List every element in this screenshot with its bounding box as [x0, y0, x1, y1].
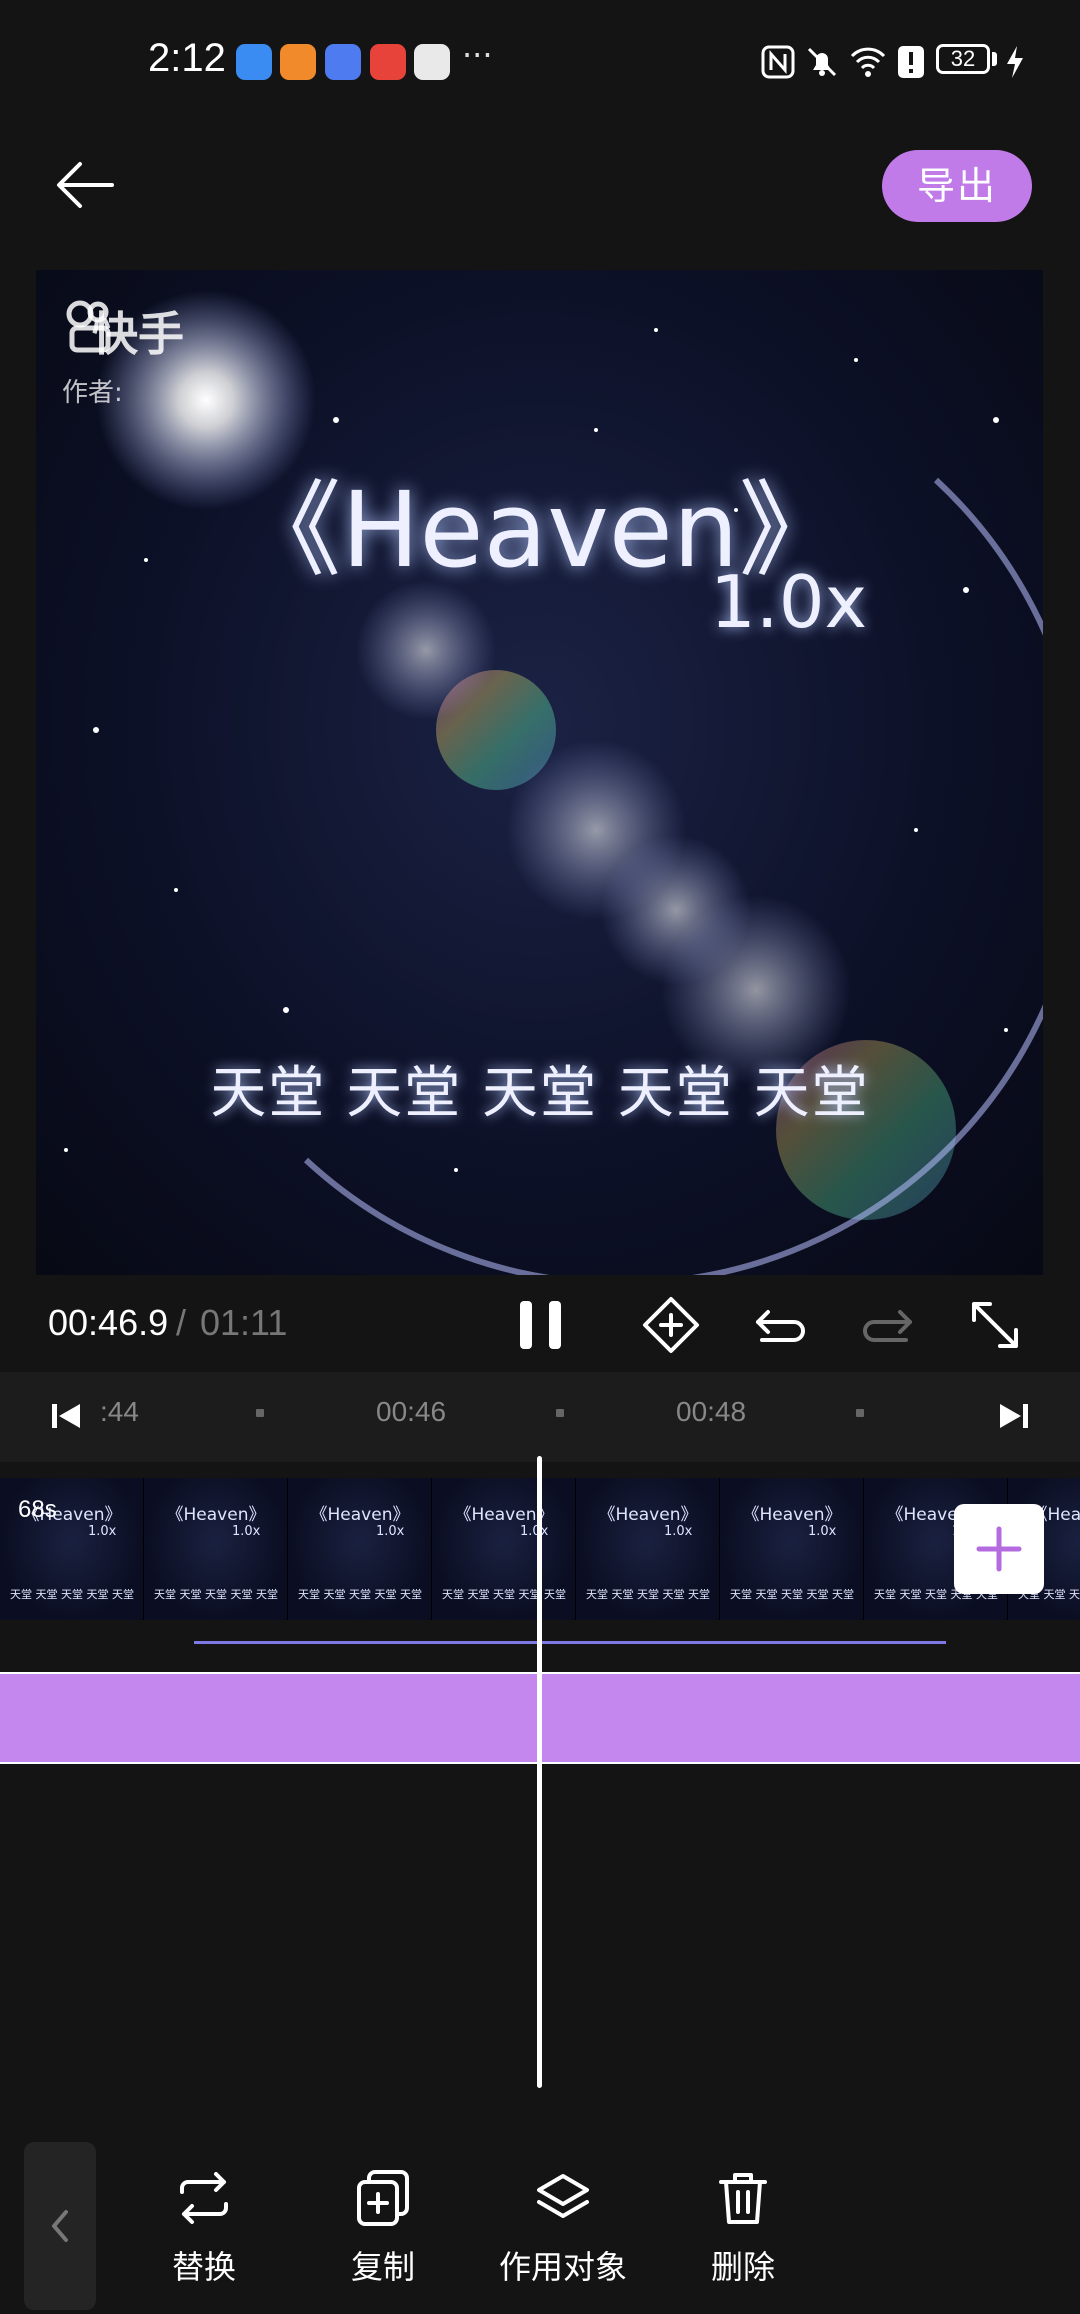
ruler-tick — [556, 1409, 564, 1417]
frame-lyrics: 天堂 天堂 天堂 天堂 天堂 — [730, 1588, 854, 1601]
replace-label: 替换 — [171, 2248, 236, 2286]
frame-title: 《Heaven》 — [454, 1505, 554, 1525]
add-clip-button[interactable] — [954, 1504, 1044, 1594]
frame-title: 《Heaven》 — [310, 1505, 410, 1525]
playhead[interactable] — [537, 1456, 542, 2088]
frame-lyrics: 天堂 天堂 天堂 天堂 天堂 — [154, 1588, 278, 1601]
clip-frame: 《Heaven》1.0x 天堂 天堂 天堂 天堂 天堂 — [144, 1478, 288, 1620]
apply-target-label: 作用对象 — [498, 2248, 627, 2286]
battery-level: 32 — [936, 44, 990, 74]
copy-button[interactable]: 复制 — [308, 2168, 458, 2288]
frame-speed: 1.0x — [232, 1524, 261, 1539]
ruler-tick — [856, 1409, 864, 1417]
battery-tip — [992, 52, 997, 66]
apply-target-button[interactable]: 作用对象 — [488, 2168, 638, 2288]
more-notifications-icon: ··· — [462, 36, 493, 74]
author-text: 作者: — [62, 378, 123, 408]
nfc-icon — [761, 45, 795, 79]
current-time: 00:46.9 — [48, 1302, 169, 1343]
copy-icon — [357, 2170, 409, 2226]
frame-title: 《Heaven》 — [166, 1505, 266, 1525]
clip-duration: 68s — [18, 1496, 57, 1523]
clip-frame: 《Heaven》1.0x 天堂 天堂 天堂 天堂 天堂 — [288, 1478, 432, 1620]
video-app-icon — [280, 44, 316, 80]
music-app-icon — [325, 44, 361, 80]
frame-lyrics: 天堂 天堂 天堂 天堂 天堂 — [586, 1588, 710, 1601]
delete-label: 删除 — [710, 2248, 775, 2286]
lyrics-text: 天堂 天堂 天堂 天堂 天堂 — [210, 1061, 870, 1126]
clip-frame: 《Heaven》1.0x 天堂 天堂 天堂 天堂 天堂 — [720, 1478, 864, 1620]
frame-title: 《Heaven》 — [742, 1505, 842, 1525]
frame-lyrics: 天堂 天堂 天堂 天堂 天堂 — [442, 1588, 566, 1601]
collapse-toolbar-button[interactable] — [24, 2142, 96, 2310]
browser-app-icon — [236, 44, 272, 80]
wifi-icon — [850, 47, 886, 77]
frame-speed: 1.0x — [376, 1524, 405, 1539]
fullscreen-button[interactable] — [960, 1290, 1030, 1360]
frame-speed: 1.0x — [808, 1524, 837, 1539]
pause-button[interactable] — [506, 1290, 576, 1360]
video-title-text: 《Heaven》 — [237, 469, 843, 591]
undo-button[interactable] — [746, 1290, 816, 1360]
back-button[interactable] — [50, 150, 120, 220]
ruler-label: :44 — [100, 1396, 139, 1427]
video-speed-text: 1.0x — [710, 560, 868, 644]
logo-text: 快手 — [92, 307, 184, 361]
ruler-tick — [256, 1409, 264, 1417]
trash-icon — [719, 2173, 767, 2224]
alert-icon — [898, 46, 924, 78]
chevron-left-icon — [52, 2210, 68, 2242]
ruler-label: 00:46 — [376, 1396, 447, 1427]
delete-button[interactable]: 删除 — [668, 2168, 818, 2288]
layers-icon — [537, 2174, 589, 2218]
frame-title: 《Heaven》 — [598, 1505, 698, 1525]
audio-track-line[interactable] — [194, 1641, 946, 1644]
timeline-ruler[interactable] — [0, 1372, 1080, 1462]
jump-to-start-button[interactable] — [46, 1396, 86, 1436]
frame-speed: 1.0x — [520, 1524, 549, 1539]
keyframe-button[interactable] — [636, 1290, 706, 1360]
bell-muted-icon — [807, 47, 837, 77]
total-time: 01:11 — [200, 1302, 288, 1343]
gallery-app-icon — [370, 44, 406, 80]
clip-frame: 《Heaven》1.0x 天堂 天堂 天堂 天堂 天堂 — [432, 1478, 576, 1620]
huawei-app-icon — [414, 44, 450, 80]
time-separator: / — [176, 1302, 187, 1343]
frame-speed: 1.0x — [664, 1524, 693, 1539]
ruler-label: 00:48 — [676, 1396, 747, 1427]
redo-button[interactable] — [852, 1290, 922, 1360]
export-button[interactable]: 导出 — [882, 150, 1032, 222]
charging-icon — [1007, 46, 1023, 78]
status-time: 2:12 — [148, 36, 226, 80]
frame-speed: 1.0x — [88, 1524, 117, 1539]
frame-lyrics: 天堂 天堂 天堂 天堂 天堂 — [10, 1588, 134, 1601]
jump-to-end-button[interactable] — [994, 1396, 1034, 1436]
frame-lyrics: 天堂 天堂 天堂 天堂 天堂 — [298, 1588, 422, 1601]
clip-frame: 《Heaven》1.0x 天堂 天堂 天堂 天堂 天堂 — [576, 1478, 720, 1620]
copy-label: 复制 — [350, 2248, 415, 2286]
replace-icon — [180, 2172, 228, 2224]
replace-button[interactable]: 替换 — [129, 2168, 279, 2288]
